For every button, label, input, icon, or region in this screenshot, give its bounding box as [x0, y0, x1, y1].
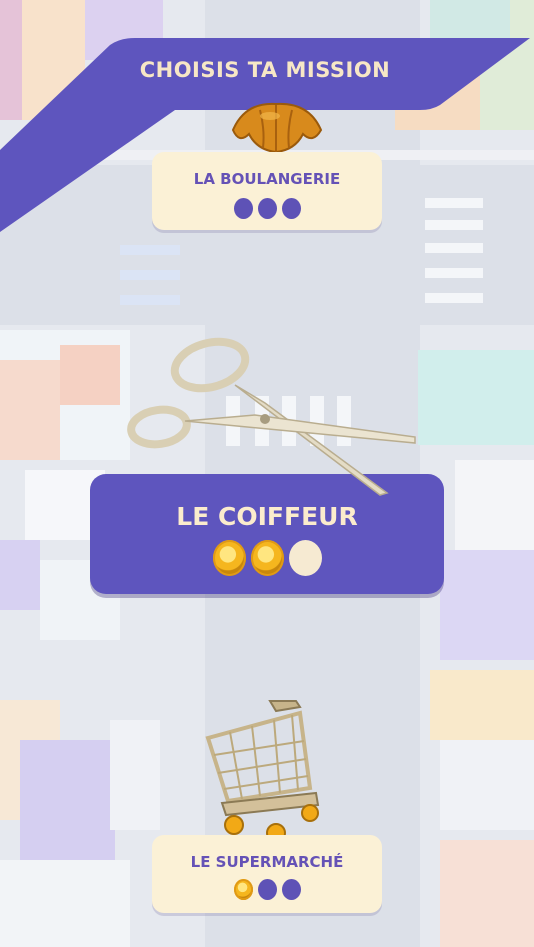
page-title: CHOISIS TA MISSION [139, 58, 391, 82]
empty-coin-slot [281, 879, 301, 900]
mission-label: LE SUPERMARCHÉ [190, 853, 344, 871]
empty-coin-slot [257, 198, 277, 219]
mission-card-bakery[interactable]: LA BOULANGERIE [152, 152, 382, 230]
mission-progress [152, 198, 382, 219]
croissant-icon [231, 102, 323, 154]
coin-icon [212, 540, 246, 576]
empty-coin-slot [288, 540, 322, 576]
mission-card-supermarket[interactable]: LE SUPERMARCHÉ [152, 835, 382, 913]
shopping-cart-icon [205, 700, 320, 843]
mission-label: LA BOULANGERIE [193, 170, 341, 188]
mission-progress [90, 540, 444, 576]
coin-icon [233, 879, 253, 900]
empty-coin-slot [233, 198, 253, 219]
mission-progress [152, 879, 382, 900]
empty-coin-slot [281, 198, 301, 219]
empty-coin-slot [257, 879, 277, 900]
mission-label: LE COIFFEUR [176, 502, 358, 531]
coin-icon [250, 540, 284, 576]
scissors-icon [127, 337, 416, 496]
